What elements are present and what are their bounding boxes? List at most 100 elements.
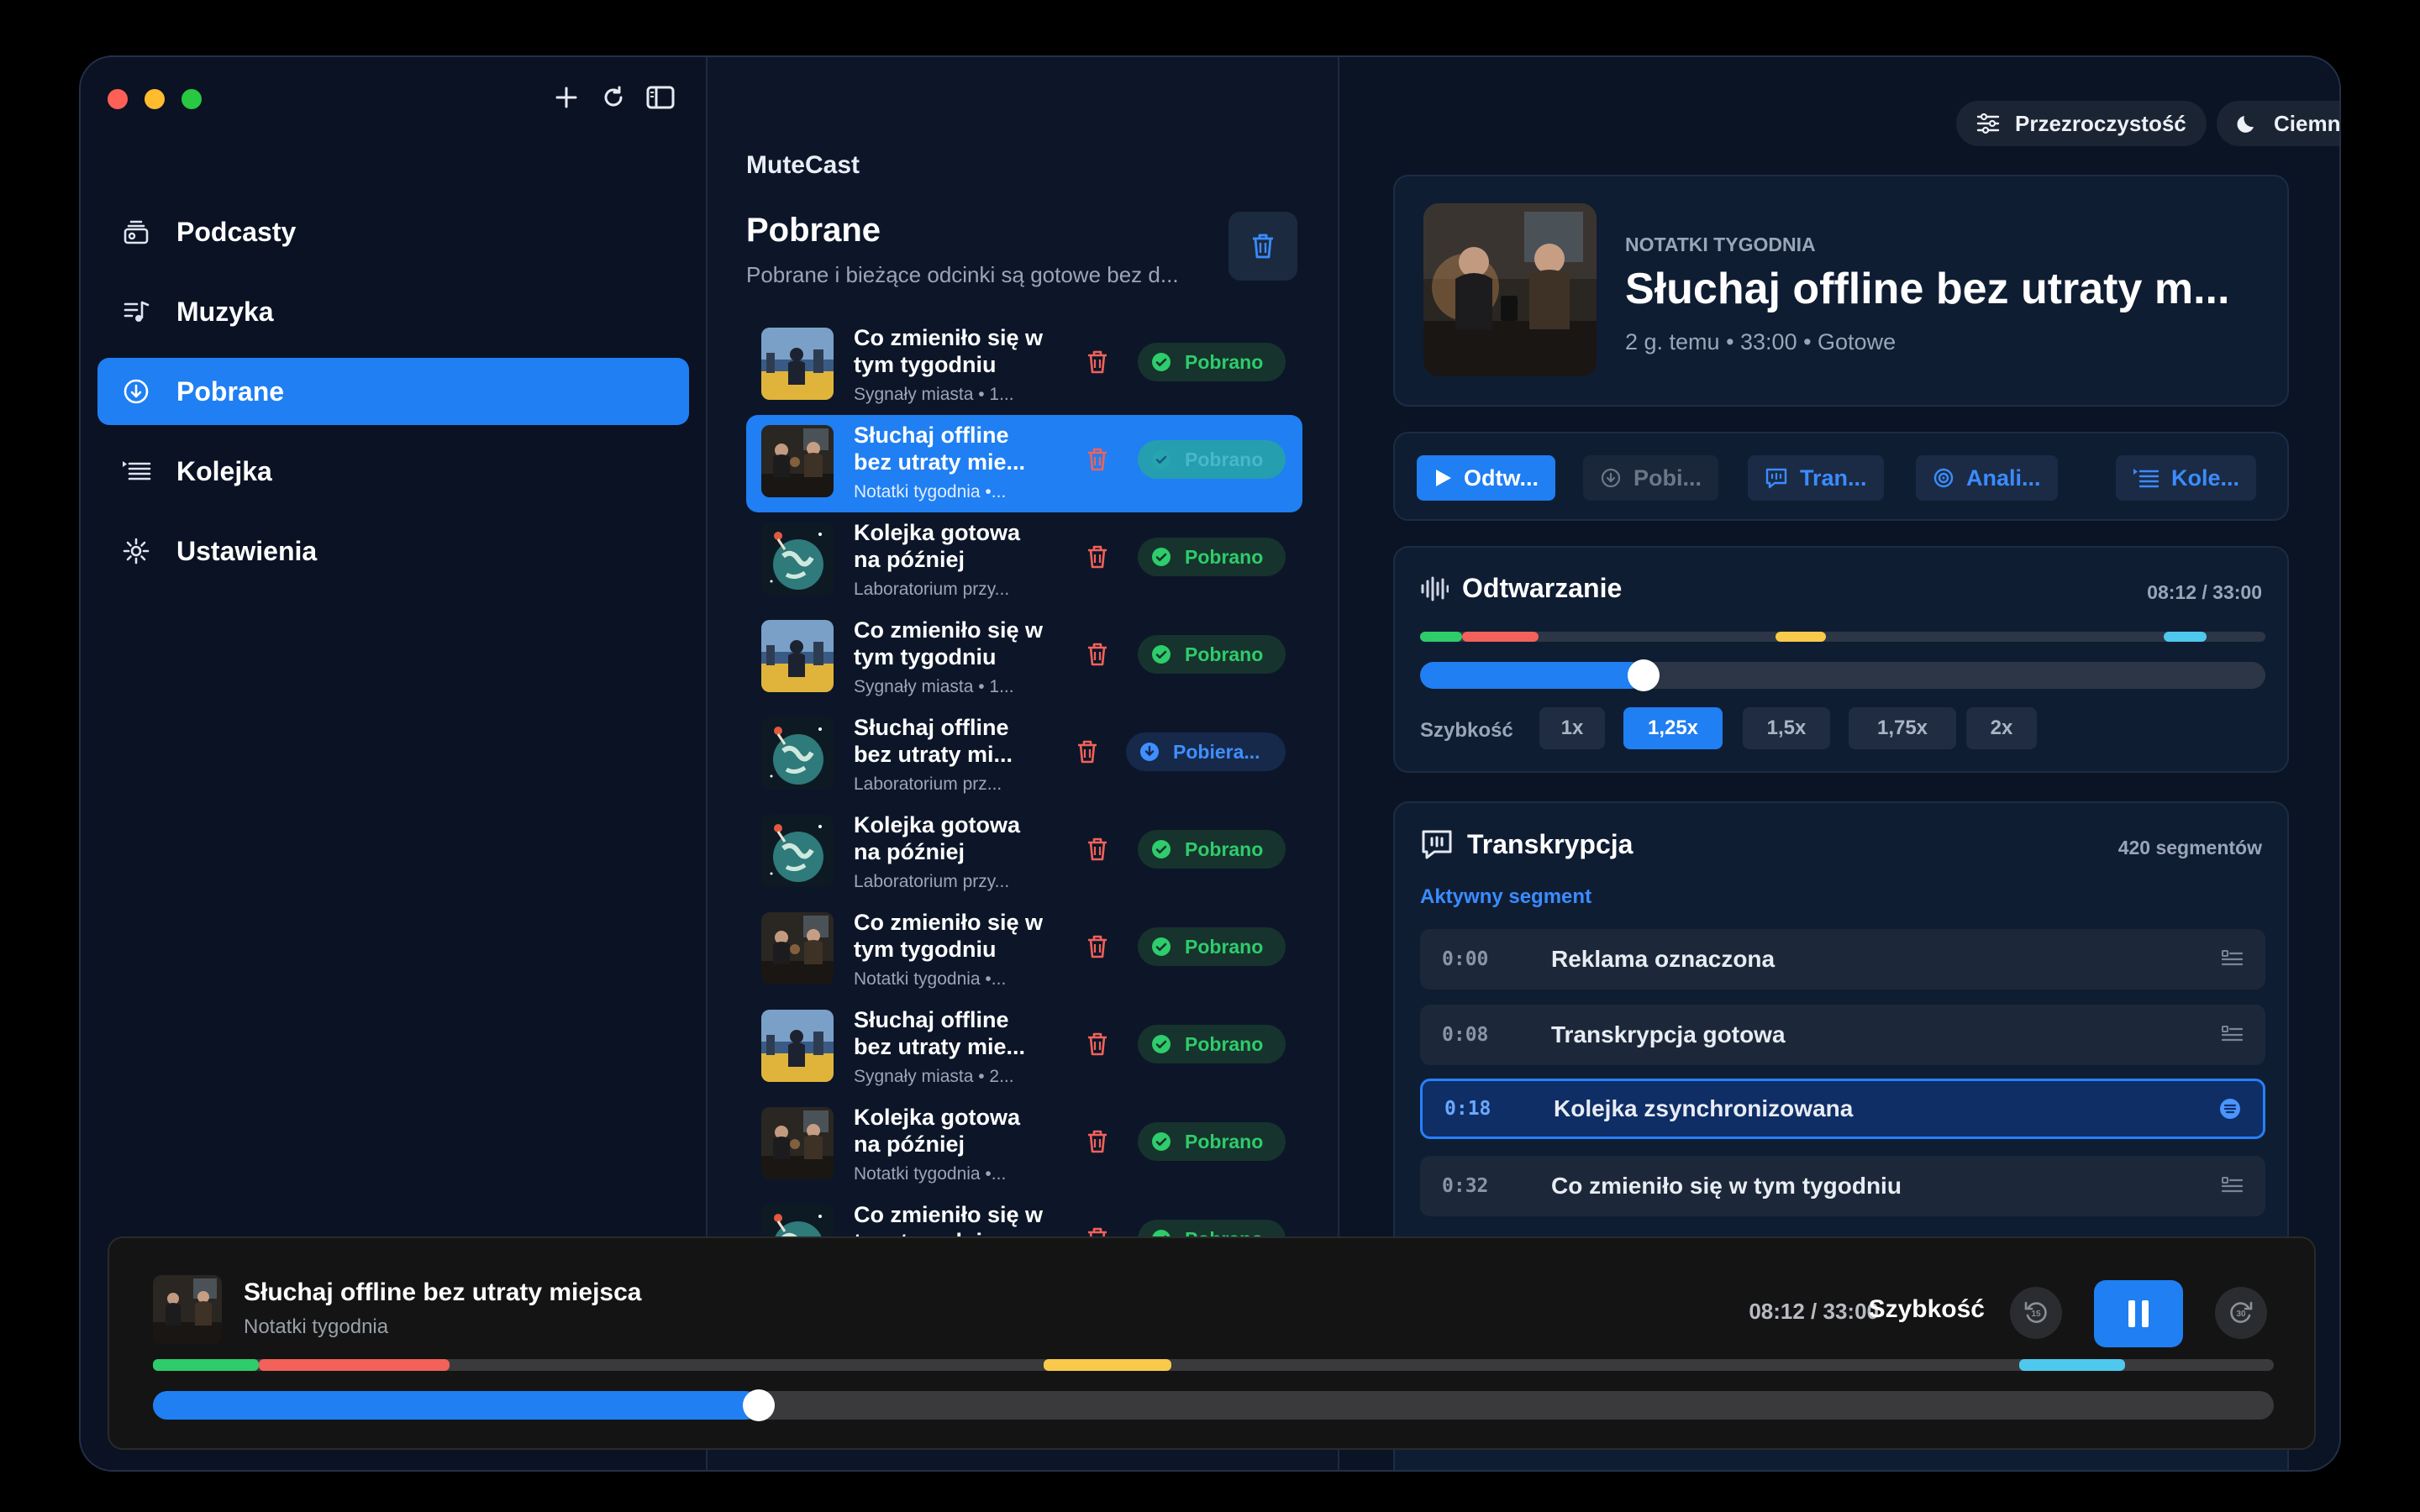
analysis-button[interactable]: Anali...	[1916, 455, 2058, 501]
episode-row[interactable]: Kolejka gotowa na później Notatki tygodni…	[746, 1097, 1302, 1194]
segment-list-icon[interactable]	[2222, 1176, 2244, 1196]
page-subtitle: Pobrane i bieżące odcinki są gotowe bez …	[746, 262, 1179, 287]
zoom-window-button[interactable]	[182, 89, 202, 109]
play-button[interactable]: Odtw...	[1417, 455, 1555, 501]
speed-option[interactable]: 1,25x	[1623, 707, 1723, 749]
trash-icon[interactable]	[1086, 1032, 1109, 1057]
episode-row[interactable]: Co zmieniło się w tym tygodniu Notatki ty…	[746, 902, 1302, 1000]
chapter-segment	[1775, 632, 1826, 642]
sliders-icon	[1976, 113, 2000, 134]
download-button[interactable]: Pobi...	[1583, 455, 1718, 501]
transcript-header: Transkrypcja	[1420, 828, 1633, 860]
speed-option[interactable]: 2x	[1966, 707, 2037, 749]
transcript-segment[interactable]: 0:00 Reklama oznaczona	[1420, 929, 2265, 990]
episode-meta: Laboratorium przy...	[854, 580, 1010, 599]
sidebar-item-pobrane[interactable]: Pobrane	[97, 358, 689, 425]
trash-icon[interactable]	[1086, 642, 1109, 667]
episode-meta: Sygnały miasta • 1...	[854, 385, 1014, 404]
episode-thumbnail	[761, 815, 834, 887]
chapter-segment	[1462, 632, 1539, 642]
skip-forward-button[interactable]: 30	[2215, 1287, 2267, 1339]
sidebar-item-podcasty[interactable]: Podcasty	[97, 198, 689, 265]
sidebar-item-muzyka[interactable]: Muzyka	[97, 278, 689, 345]
queue-icon	[121, 456, 151, 486]
episode-row[interactable]: Co zmieniło się w tym tygodniu Sygnały mi…	[746, 318, 1302, 415]
segment-timestamp: 0:00	[1442, 948, 1489, 970]
episode-row[interactable]: Kolejka gotowa na później Laboratorium pr…	[746, 805, 1302, 902]
pause-icon	[2128, 1300, 2149, 1327]
now-playing-title: Słuchaj offline bez utraty miejsca	[244, 1278, 642, 1306]
trash-icon[interactable]	[1086, 837, 1109, 862]
episode-meta: Laboratorium przy...	[854, 872, 1010, 891]
episode-meta: 2 g. temu • 33:00 • Gotowe	[1625, 329, 1897, 354]
episode-row[interactable]: Słuchaj offline bez utraty mie... Sygnały…	[746, 1000, 1302, 1097]
speed-option[interactable]: 1x	[1539, 707, 1605, 749]
status-label: Pobiera...	[1173, 740, 1260, 763]
playback-title: Odtwarzanie	[1462, 573, 1623, 603]
transcript-segment[interactable]: 0:32 Co zmieniło się w tym tygodniu	[1420, 1156, 2265, 1216]
transparency-button[interactable]: Przezroczystość	[1956, 101, 2207, 146]
status-label: Pobrano	[1185, 1130, 1264, 1152]
status-label: Pobrano	[1185, 448, 1264, 470]
skip-back-button[interactable]: 15	[2010, 1287, 2062, 1339]
player-scrubber[interactable]	[153, 1389, 2274, 1421]
playback-header: Odtwarzanie	[1420, 573, 1622, 604]
segment-text: Co zmieniło się w tym tygodniu	[1551, 1173, 1902, 1199]
check-circle-icon	[1151, 547, 1185, 567]
episode-row[interactable]: Słuchaj offline bez utraty mi... Laborato…	[746, 707, 1302, 805]
skip-back-15-icon: 15	[2024, 1301, 2047, 1323]
status-label: Pobrano	[1185, 1032, 1264, 1055]
sidebar-toggle-icon[interactable]	[645, 82, 676, 113]
download-status-badge: Pobiera...	[1126, 732, 1286, 771]
theme-button[interactable]: Ciemny	[2217, 101, 2339, 146]
segment-text: Reklama oznaczona	[1551, 946, 1776, 972]
speed-option[interactable]: 1,75x	[1849, 707, 1956, 749]
pause-button[interactable]	[2094, 1280, 2183, 1347]
segment-list-icon[interactable]	[2219, 1098, 2241, 1120]
transcript-button[interactable]: Tran...	[1748, 455, 1884, 501]
player-scrubber-handle[interactable]	[742, 1389, 775, 1421]
window-controls	[108, 89, 202, 109]
trash-icon[interactable]	[1076, 739, 1099, 764]
sidebar-item-kolejka[interactable]: Kolejka	[97, 438, 689, 505]
episode-title: Kolejka gotowa na później	[854, 812, 1021, 864]
episode-meta: Laboratorium prz...	[854, 774, 1002, 794]
playback-time: 08:12 / 33:00	[2147, 581, 2262, 603]
trash-icon[interactable]	[1086, 544, 1109, 570]
minimize-window-button[interactable]	[145, 89, 165, 109]
segment-list-icon[interactable]	[2222, 949, 2244, 969]
playback-scrubber[interactable]	[1420, 659, 2265, 691]
episode-row[interactable]: Co zmieniło się w tym tygodniu Sygnały mi…	[746, 610, 1302, 707]
delete-all-button[interactable]	[1228, 212, 1297, 281]
transcript-icon	[1420, 828, 1454, 860]
episode-hero-card: NOTATKI TYGODNIA Słuchaj offline bez utr…	[1393, 175, 2289, 407]
speed-button[interactable]: Szybkość	[1869, 1295, 1985, 1324]
refresh-icon[interactable]	[598, 82, 629, 113]
trash-icon[interactable]	[1086, 934, 1109, 959]
segment-list-icon[interactable]	[2222, 1025, 2244, 1045]
sidebar-item-label: Kolejka	[176, 455, 272, 486]
status-label: Pobrano	[1185, 935, 1264, 958]
trash-icon[interactable]	[1086, 349, 1109, 375]
chapter-segment	[153, 1359, 260, 1371]
speed-option[interactable]: 1,5x	[1743, 707, 1830, 749]
sidebar-toolbar	[551, 82, 676, 113]
episode-list: Co zmieniło się w tym tygodniu Sygnały mi…	[746, 318, 1302, 1292]
trash-icon[interactable]	[1086, 1129, 1109, 1154]
plus-icon[interactable]	[551, 82, 581, 113]
active-segment-link[interactable]: Aktywny segment	[1420, 885, 1591, 909]
player-chapter-segments-bar	[153, 1359, 2274, 1371]
skip-back-seconds: 15	[2031, 1310, 2041, 1319]
check-circle-icon	[1151, 1034, 1185, 1054]
close-window-button[interactable]	[108, 89, 128, 109]
scrubber-handle[interactable]	[1627, 659, 1660, 691]
sidebar-nav: Podcasty Muzyka Pobrane Kolejka Ustawien…	[97, 198, 689, 597]
transcript-segment[interactable]: 0:08 Transkrypcja gotowa	[1420, 1005, 2265, 1065]
episode-row[interactable]: Słuchaj offline bez utraty mie... Notatki…	[746, 415, 1302, 512]
episode-row[interactable]: Kolejka gotowa na później Laboratorium pr…	[746, 512, 1302, 610]
skip-forward-seconds: 30	[2236, 1310, 2246, 1319]
trash-icon[interactable]	[1086, 447, 1109, 472]
sidebar-item-ustawienia[interactable]: Ustawienia	[97, 517, 689, 585]
queue-button[interactable]: Kole...	[2116, 455, 2257, 501]
transcript-segment[interactable]: 0:18 Kolejka zsynchronizowana	[1420, 1079, 2265, 1139]
